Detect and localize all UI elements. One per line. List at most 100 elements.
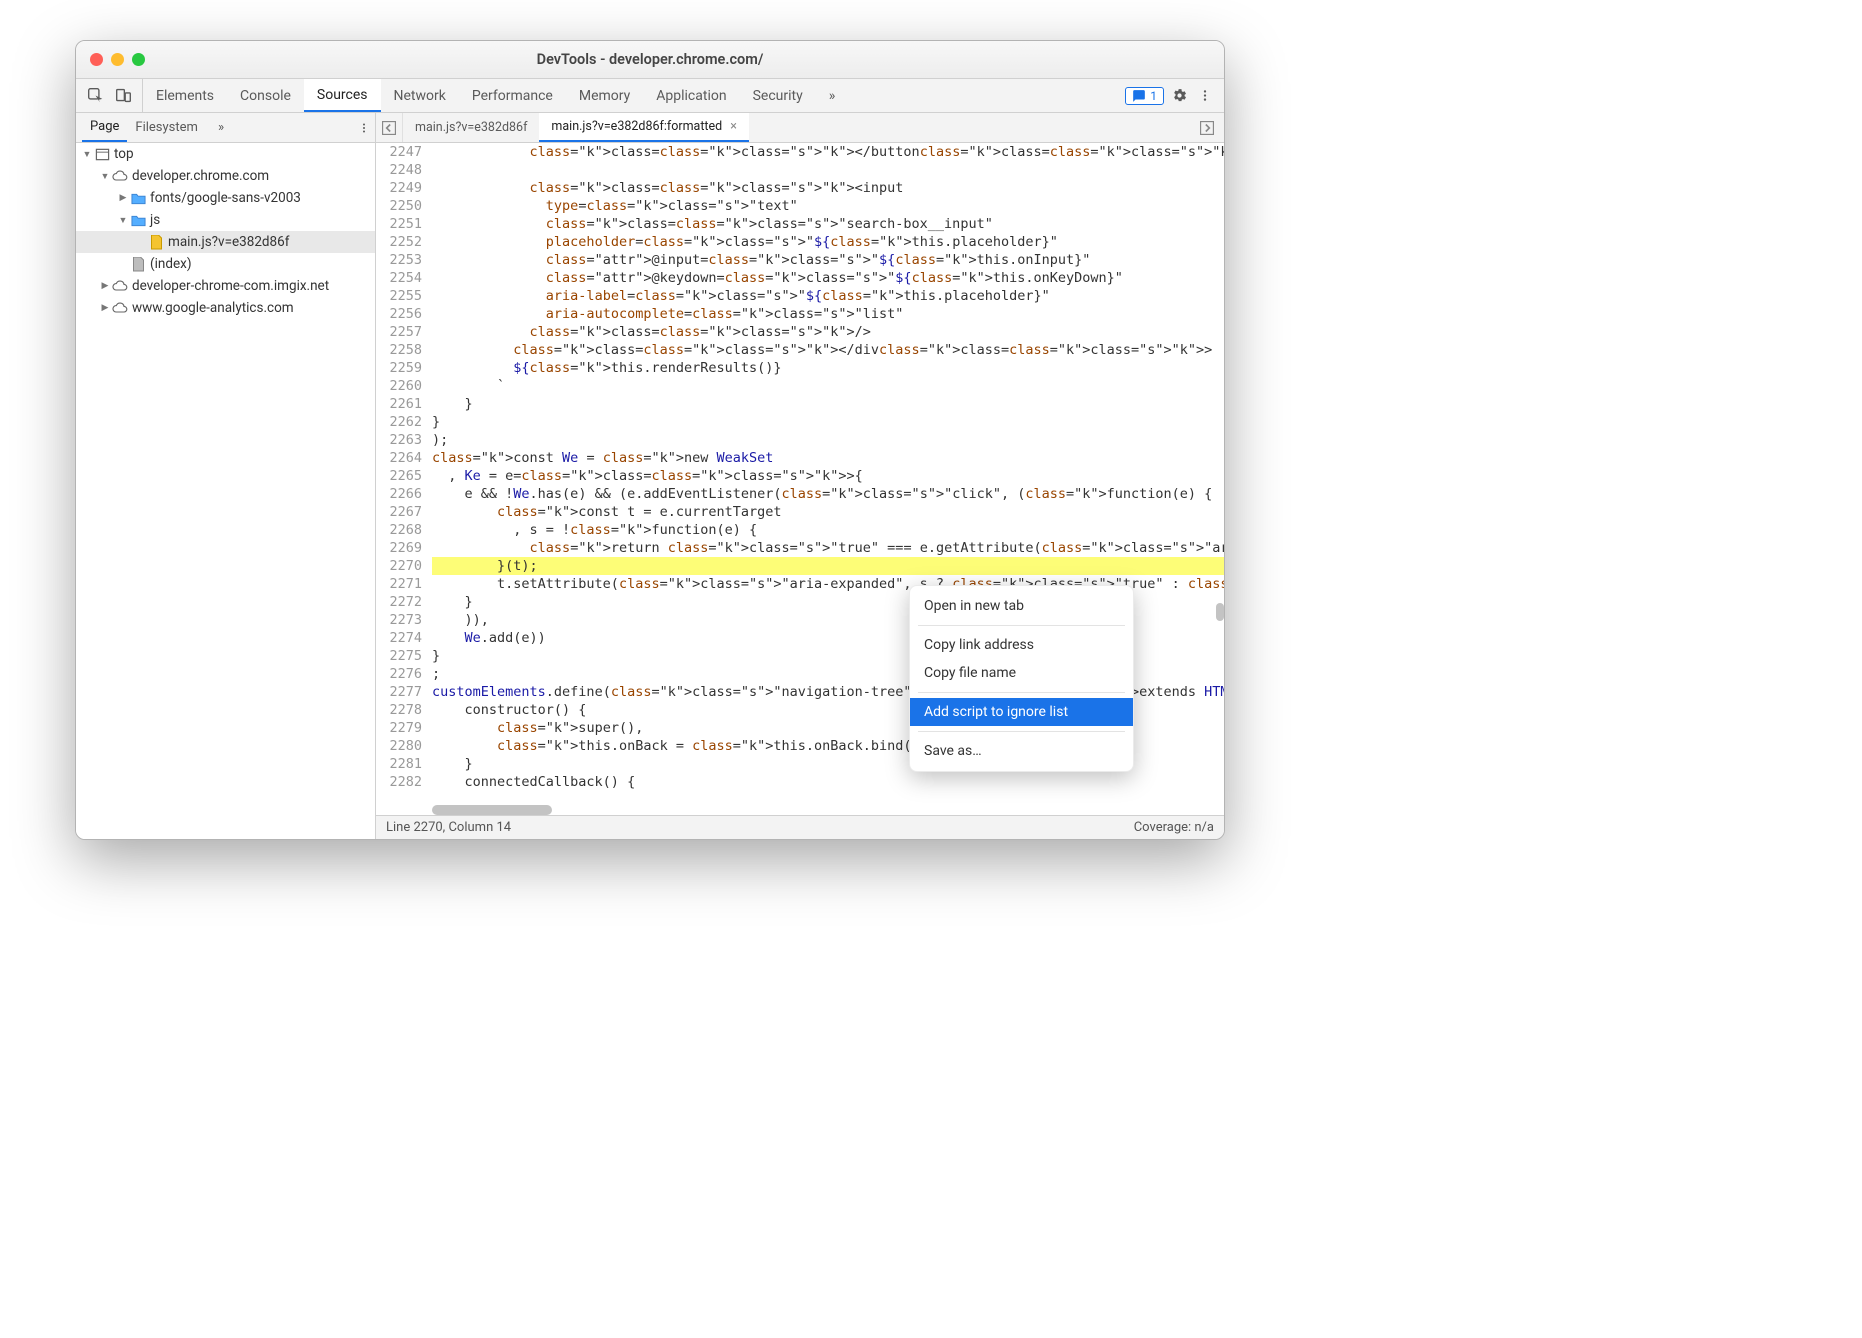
line-number[interactable]: 2280 [376, 737, 422, 755]
context-menu-item[interactable]: Save as… [910, 737, 1133, 765]
context-menu-item[interactable]: Copy file name [910, 659, 1133, 687]
tree-item[interactable]: ▶fonts/google-sans-v2003 [76, 187, 375, 209]
code-line[interactable]: type=class="k">class="s">"text" [432, 197, 1224, 215]
editor-scrollbar-vertical[interactable] [1214, 143, 1224, 815]
kebab-menu-icon[interactable] [1194, 85, 1216, 107]
inspect-element-icon[interactable] [84, 85, 106, 107]
nav-back-icon[interactable] [378, 117, 400, 139]
line-number[interactable]: 2251 [376, 215, 422, 233]
line-number[interactable]: 2279 [376, 719, 422, 737]
code-line[interactable]: class="k">class=class="k">class="s">"k">… [432, 341, 1224, 359]
tree-item[interactable]: ▼developer.chrome.com [76, 165, 375, 187]
line-number[interactable]: 2275 [376, 647, 422, 665]
code-line[interactable]: placeholder=class="k">class="s">"${class… [432, 233, 1224, 251]
code-line[interactable]: , Ke = e=class="k">class=class="k">class… [432, 467, 1224, 485]
panel-tab-application[interactable]: Application [643, 79, 739, 112]
issues-badge[interactable]: 1 [1125, 87, 1164, 105]
code-line[interactable]: class="k">class=class="k">class="s">"k">… [432, 143, 1224, 161]
chevron-down-icon[interactable]: ▼ [100, 171, 110, 182]
navigator-tab-filesystem[interactable]: Filesystem [127, 113, 206, 142]
code-line[interactable]: ` [432, 377, 1224, 395]
chevron-down-icon[interactable]: ▼ [118, 215, 128, 226]
tree-item[interactable]: ▶developer-chrome-com.imgix.net [76, 275, 375, 297]
line-number[interactable]: 2254 [376, 269, 422, 287]
panel-tab-security[interactable]: Security [740, 79, 816, 112]
panel-tab-performance[interactable]: Performance [459, 79, 566, 112]
line-number[interactable]: 2265 [376, 467, 422, 485]
line-number[interactable]: 2266 [376, 485, 422, 503]
line-number[interactable]: 2274 [376, 629, 422, 647]
settings-icon[interactable] [1168, 85, 1190, 107]
line-number[interactable]: 2249 [376, 179, 422, 197]
line-number[interactable]: 2270 [376, 557, 422, 575]
context-menu-item[interactable]: Add script to ignore list [910, 698, 1133, 726]
line-number[interactable]: 2281 [376, 755, 422, 773]
context-menu-item[interactable]: Open in new tab [910, 592, 1133, 620]
line-number[interactable]: 2267 [376, 503, 422, 521]
file-tab[interactable]: main.js?v=e382d86f:formatted× [539, 113, 748, 142]
more-tabs-button[interactable]: » [816, 79, 849, 112]
chevron-right-icon[interactable]: ▶ [100, 281, 110, 291]
panel-tab-memory[interactable]: Memory [566, 79, 643, 112]
code-line[interactable]: }(t); [432, 557, 1224, 575]
code-line[interactable]: class="k">return class="k">class="s">"tr… [432, 539, 1224, 557]
panel-tab-elements[interactable]: Elements [143, 79, 227, 112]
code-line[interactable]: class="k">class=class="k">class="s">"sea… [432, 215, 1224, 233]
navigator-more-button[interactable]: » [210, 113, 232, 142]
chevron-right-icon[interactable]: ▶ [118, 193, 128, 203]
editor-scrollbar-horizontal[interactable] [432, 805, 1212, 815]
close-icon[interactable]: × [730, 119, 737, 134]
tree-item[interactable]: main.js?v=e382d86f [76, 231, 375, 253]
code-line[interactable]: ${class="k">this.renderResults()} [432, 359, 1224, 377]
line-number[interactable]: 2271 [376, 575, 422, 593]
code-line[interactable]: , s = !class="k">function(e) { [432, 521, 1224, 539]
code-line[interactable]: connectedCallback() { [432, 773, 1224, 791]
line-number[interactable]: 2264 [376, 449, 422, 467]
line-number[interactable]: 2257 [376, 323, 422, 341]
line-number[interactable]: 2277 [376, 683, 422, 701]
code-line[interactable]: class="k">class=class="k">class="s">"k">… [432, 179, 1224, 197]
line-number[interactable]: 2259 [376, 359, 422, 377]
context-menu-item[interactable]: Copy link address [910, 631, 1133, 659]
panel-tab-sources[interactable]: Sources [304, 79, 381, 112]
tree-item[interactable]: ▼top [76, 143, 375, 165]
chevron-down-icon[interactable]: ▼ [82, 149, 92, 160]
code-line[interactable]: class="attr">@keydown=class="k">class="s… [432, 269, 1224, 287]
line-number[interactable]: 2282 [376, 773, 422, 791]
line-number[interactable]: 2252 [376, 233, 422, 251]
code-line[interactable]: class="attr">@input=class="k">class="s">… [432, 251, 1224, 269]
line-number[interactable]: 2273 [376, 611, 422, 629]
line-number[interactable]: 2261 [376, 395, 422, 413]
line-number[interactable]: 2262 [376, 413, 422, 431]
code-line[interactable] [432, 161, 1224, 179]
code-line[interactable]: class="k">class=class="k">class="s">"k">… [432, 323, 1224, 341]
tree-item[interactable]: ▶www.google-analytics.com [76, 297, 375, 319]
code-line[interactable]: class="k">const t = e.currentTarget [432, 503, 1224, 521]
panel-tab-console[interactable]: Console [227, 79, 304, 112]
show-debugger-icon[interactable] [1196, 117, 1218, 139]
line-number[interactable]: 2247 [376, 143, 422, 161]
code-line[interactable]: aria-label=class="k">class="s">"${class=… [432, 287, 1224, 305]
line-number[interactable]: 2253 [376, 251, 422, 269]
navigator-kebab-icon[interactable] [353, 117, 375, 139]
tree-item[interactable]: (index) [76, 253, 375, 275]
line-number[interactable]: 2250 [376, 197, 422, 215]
code-line[interactable]: } [432, 413, 1224, 431]
navigator-tab-page[interactable]: Page [82, 113, 127, 142]
line-number[interactable]: 2276 [376, 665, 422, 683]
file-tab[interactable]: main.js?v=e382d86f [403, 113, 539, 142]
panel-tab-network[interactable]: Network [381, 79, 459, 112]
line-number[interactable]: 2268 [376, 521, 422, 539]
line-number[interactable]: 2272 [376, 593, 422, 611]
tree-item[interactable]: ▼js [76, 209, 375, 231]
code-line[interactable]: class="k">const We = class="k">new WeakS… [432, 449, 1224, 467]
line-number[interactable]: 2260 [376, 377, 422, 395]
chevron-right-icon[interactable]: ▶ [100, 303, 110, 313]
device-toolbar-icon[interactable] [112, 85, 134, 107]
line-number[interactable]: 2248 [376, 161, 422, 179]
line-number[interactable]: 2255 [376, 287, 422, 305]
code-line[interactable]: ); [432, 431, 1224, 449]
line-number[interactable]: 2269 [376, 539, 422, 557]
context-menu[interactable]: Open in new tab Copy link addressCopy fil… [909, 585, 1134, 772]
code-line[interactable]: e && !We.has(e) && (e.addEventListener(c… [432, 485, 1224, 503]
